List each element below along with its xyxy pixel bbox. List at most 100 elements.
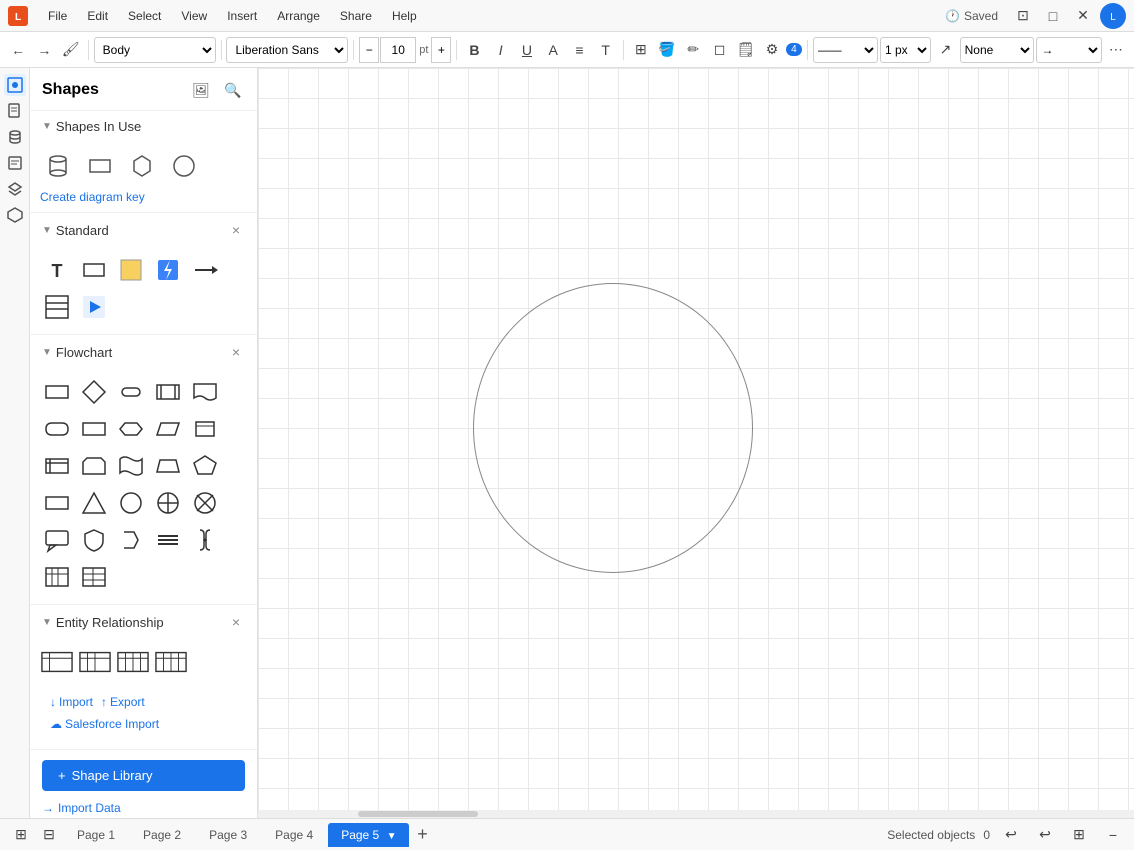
menu-arrange[interactable]: Arrange bbox=[269, 7, 328, 25]
redo-status-btn[interactable]: ↩ bbox=[1032, 822, 1058, 848]
fc-table2[interactable] bbox=[77, 560, 111, 594]
insert-button[interactable]: ⊞ bbox=[629, 37, 653, 63]
text-props-button[interactable]: 🗒 bbox=[734, 37, 758, 63]
standard-play[interactable] bbox=[77, 290, 111, 324]
standard-rect[interactable] bbox=[77, 253, 111, 287]
fc-decision[interactable] bbox=[77, 375, 111, 409]
page-tab-1[interactable]: Page 1 bbox=[64, 823, 128, 847]
fc-curly-brace[interactable] bbox=[188, 523, 222, 557]
strip-notes-btn[interactable] bbox=[4, 152, 26, 174]
font-size-increase[interactable]: + bbox=[431, 37, 451, 63]
standard-sticky[interactable] bbox=[114, 253, 148, 287]
page-tab-2[interactable]: Page 2 bbox=[130, 823, 194, 847]
undo-status-btn[interactable]: ↩ bbox=[998, 822, 1024, 848]
zoom-fit-btn[interactable]: ⊞ bbox=[1066, 822, 1092, 848]
export-button[interactable]: ↑Export bbox=[101, 695, 145, 709]
shape-rectangle[interactable] bbox=[82, 148, 118, 184]
create-diagram-key-link[interactable]: Create diagram key bbox=[30, 188, 257, 212]
er-entity2[interactable] bbox=[78, 645, 112, 679]
er-entity4[interactable] bbox=[154, 645, 188, 679]
font-size-decrease[interactable]: − bbox=[359, 37, 379, 63]
er-close-button[interactable]: × bbox=[227, 613, 245, 631]
more-options-button[interactable]: ⋯ bbox=[1104, 37, 1128, 63]
fill-color-button[interactable]: 🪣 bbox=[655, 37, 679, 63]
canvas-area[interactable] bbox=[258, 68, 1134, 818]
fc-process2[interactable] bbox=[40, 486, 74, 520]
page-tab-5[interactable]: Page 5 ▼ bbox=[328, 823, 409, 847]
fc-trapezoid[interactable] bbox=[151, 449, 185, 483]
fc-subroutine[interactable] bbox=[151, 375, 185, 409]
import-data-button[interactable]: → Import Data bbox=[42, 801, 245, 815]
menu-help[interactable]: Help bbox=[384, 7, 425, 25]
fc-wavy[interactable] bbox=[114, 449, 148, 483]
page-tab-4[interactable]: Page 4 bbox=[262, 823, 326, 847]
zoom-out-btn[interactable]: − bbox=[1100, 822, 1126, 848]
canvas-scrollbar[interactable] bbox=[258, 810, 1134, 818]
shape-library-button[interactable]: + Shape Library bbox=[42, 760, 245, 791]
fc-drum[interactable] bbox=[188, 412, 222, 446]
fc-rect2[interactable] bbox=[77, 412, 111, 446]
line-weight-select[interactable]: 1 px bbox=[880, 37, 931, 63]
standard-text[interactable]: T bbox=[40, 253, 74, 287]
fc-exclude[interactable] bbox=[188, 486, 222, 520]
standard-close-button[interactable]: × bbox=[227, 221, 245, 239]
strip-data-btn[interactable] bbox=[4, 126, 26, 148]
standard-list[interactable] bbox=[40, 290, 74, 324]
page-tab-3[interactable]: Page 3 bbox=[196, 823, 260, 847]
flowchart-header[interactable]: ▼ Flowchart × bbox=[30, 335, 257, 369]
search-shapes-button[interactable]: 🔍 bbox=[221, 78, 245, 102]
fc-bracket-right[interactable] bbox=[114, 523, 148, 557]
connection-style-select[interactable]: None bbox=[960, 37, 1035, 63]
strip-page-btn[interactable] bbox=[4, 100, 26, 122]
shape-circle[interactable] bbox=[166, 148, 202, 184]
strip-layers-btn[interactable] bbox=[4, 178, 26, 200]
strip-3d-btn[interactable] bbox=[4, 204, 26, 226]
er-entity3[interactable] bbox=[116, 645, 150, 679]
undo-button[interactable]: ← bbox=[6, 37, 30, 63]
add-page-button[interactable]: + bbox=[411, 824, 433, 846]
font-color-button[interactable]: A bbox=[541, 37, 565, 63]
align-button[interactable]: ≡ bbox=[567, 37, 591, 63]
fc-pentagon[interactable] bbox=[188, 449, 222, 483]
line-arrow-button[interactable]: ↗ bbox=[933, 37, 957, 63]
menu-insert[interactable]: Insert bbox=[219, 7, 265, 25]
standard-lightning[interactable] bbox=[151, 253, 185, 287]
fc-process[interactable] bbox=[40, 375, 74, 409]
shadow-button[interactable]: ◻ bbox=[707, 37, 731, 63]
fc-shield[interactable] bbox=[77, 523, 111, 557]
standard-header[interactable]: ▼ Standard × bbox=[30, 213, 257, 247]
underline-button[interactable]: U bbox=[515, 37, 539, 63]
fc-connector[interactable] bbox=[114, 375, 148, 409]
window-btn-2[interactable]: □ bbox=[1040, 3, 1066, 29]
fc-document[interactable] bbox=[188, 375, 222, 409]
text-format-button[interactable]: T bbox=[594, 37, 618, 63]
standard-arrow[interactable] bbox=[188, 253, 222, 287]
er-header[interactable]: ▼ Entity Relationship × bbox=[30, 605, 257, 639]
shapes-in-use-header[interactable]: ▼ Shapes In Use bbox=[30, 111, 257, 142]
menu-share[interactable]: Share bbox=[332, 7, 380, 25]
menu-edit[interactable]: Edit bbox=[79, 7, 116, 25]
menu-view[interactable]: View bbox=[173, 7, 215, 25]
fc-circle[interactable] bbox=[114, 486, 148, 520]
format-painter-button[interactable]: 🖌 bbox=[58, 37, 82, 63]
fc-internal-storage[interactable] bbox=[40, 449, 74, 483]
arrow-end-select[interactable]: → bbox=[1036, 37, 1101, 63]
shape-hexagon[interactable] bbox=[124, 148, 160, 184]
menu-select[interactable]: Select bbox=[120, 7, 169, 25]
shape-cylinder[interactable] bbox=[40, 148, 76, 184]
fc-crosshair[interactable] bbox=[151, 486, 185, 520]
menu-file[interactable]: File bbox=[40, 7, 75, 25]
er-entity1[interactable] bbox=[40, 645, 74, 679]
fc-terminator[interactable] bbox=[40, 412, 74, 446]
fc-triangle[interactable] bbox=[77, 486, 111, 520]
strip-shapes-btn[interactable] bbox=[4, 74, 26, 96]
font-size-input[interactable] bbox=[380, 37, 416, 63]
window-btn-3[interactable]: ✕ bbox=[1070, 3, 1096, 29]
import-button[interactable]: ↓Import bbox=[50, 695, 93, 709]
fc-hexagon[interactable] bbox=[114, 412, 148, 446]
italic-button[interactable]: I bbox=[489, 37, 513, 63]
extra-button[interactable]: ⚙ bbox=[760, 37, 784, 63]
gallery-view-button[interactable]: 🖼 bbox=[189, 78, 213, 102]
line-style-select[interactable]: —— bbox=[813, 37, 878, 63]
fc-loop-limit[interactable] bbox=[77, 449, 111, 483]
